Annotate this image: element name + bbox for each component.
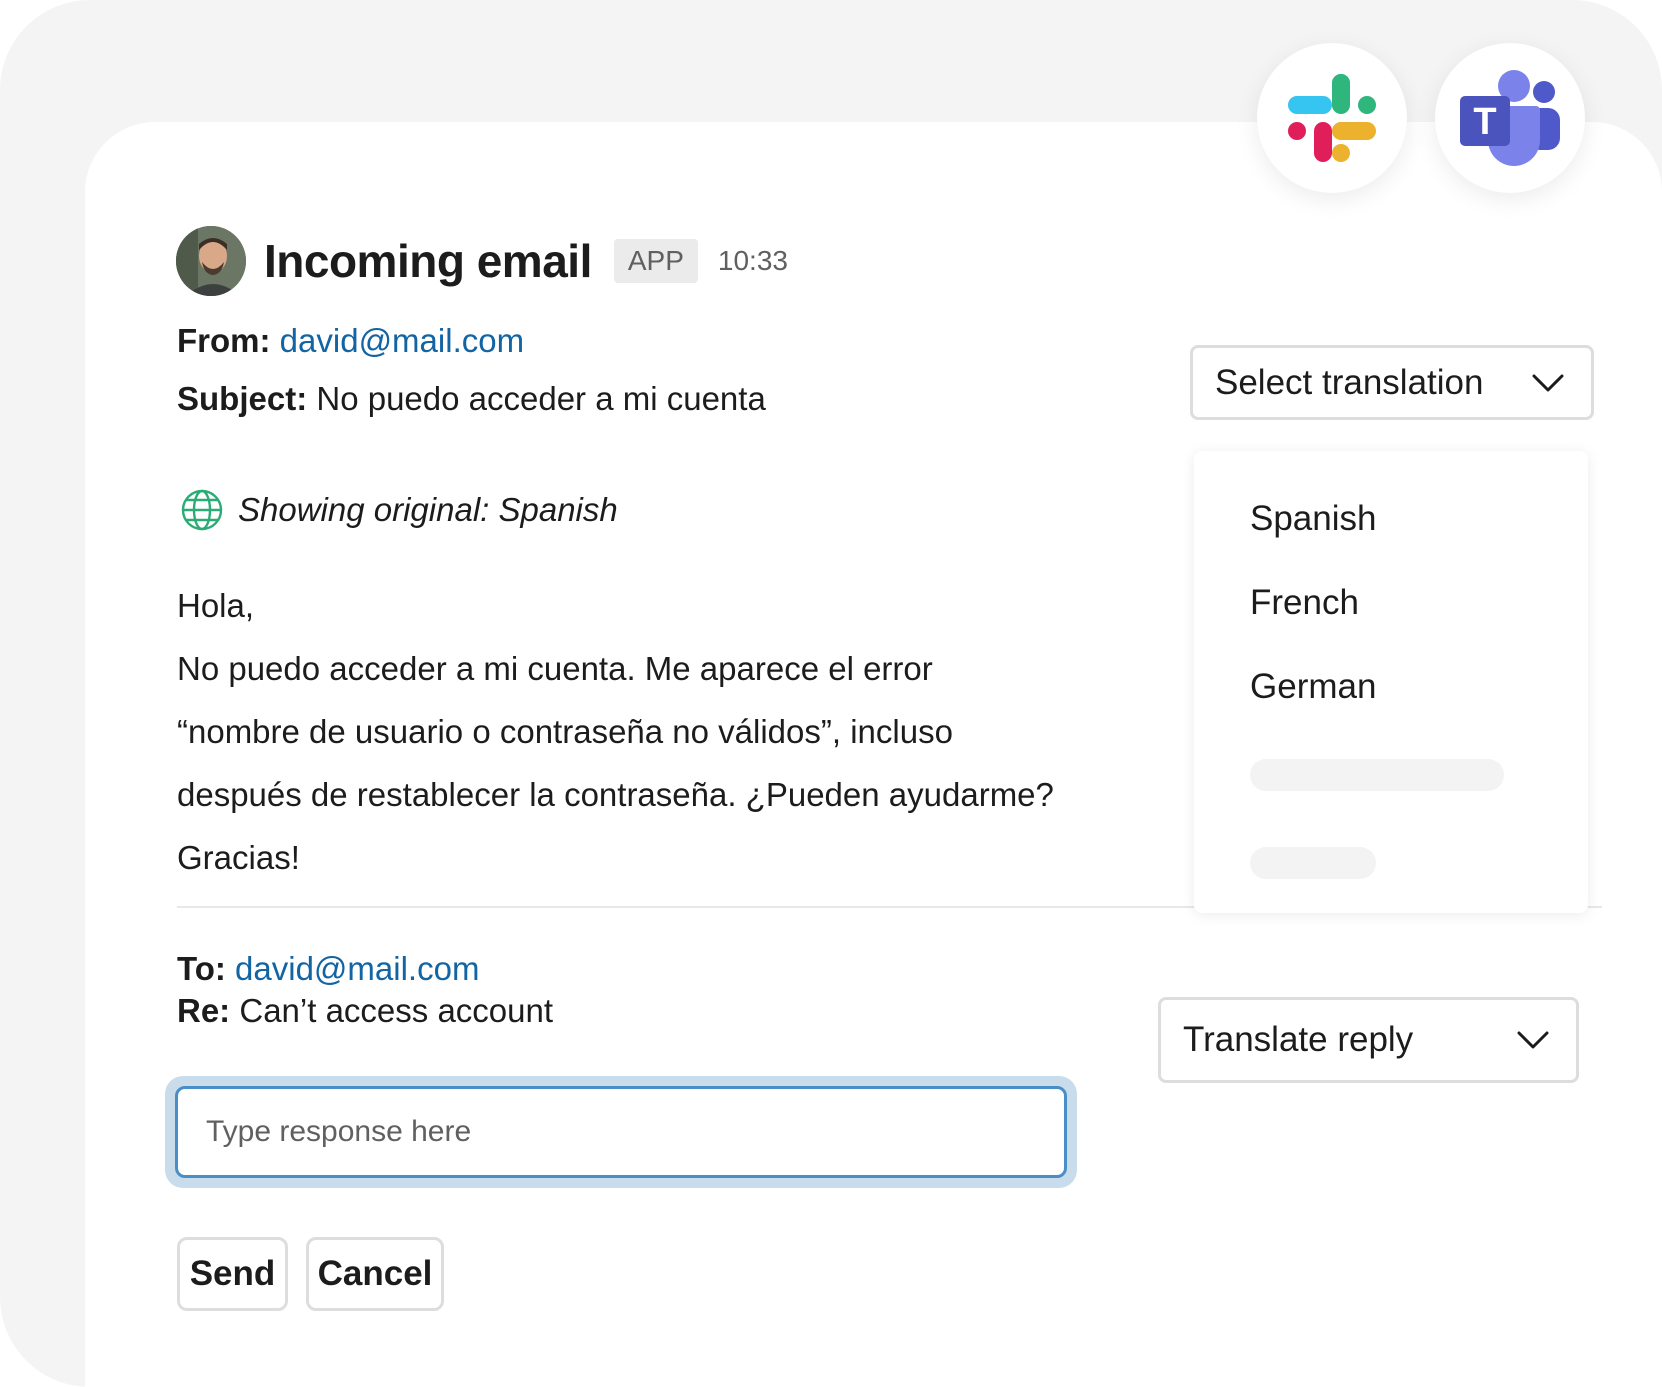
- slack-logo-icon: [1288, 74, 1376, 162]
- chevron-down-icon: [1532, 374, 1564, 391]
- email-body-line: Gracias!: [177, 839, 300, 876]
- translate-reply-dropdown[interactable]: Translate reply: [1158, 997, 1579, 1083]
- to-email-link[interactable]: david@mail.com: [235, 950, 479, 987]
- menu-item-french[interactable]: French: [1250, 583, 1359, 623]
- original-language-text: Showing original: Spanish: [238, 491, 618, 528]
- send-button[interactable]: Send: [177, 1237, 288, 1311]
- select-translation-dropdown[interactable]: Select translation: [1190, 345, 1594, 420]
- subject-label: Subject:: [177, 380, 308, 417]
- timestamp[interactable]: 10:33: [718, 245, 788, 277]
- email-body-line: Hola,: [177, 587, 255, 624]
- teams-app-badge[interactable]: T: [1435, 43, 1585, 193]
- original-language-notice: Showing original: Spanish: [180, 488, 618, 532]
- email-body-line: después de restablecer la contraseña. ¿P…: [177, 776, 1054, 813]
- menu-item-placeholder: [1250, 759, 1504, 791]
- globe-icon: [181, 489, 223, 531]
- subject-line: Subject: No puedo acceder a mi cuenta: [177, 380, 766, 418]
- from-label: From:: [177, 322, 271, 359]
- response-input[interactable]: [175, 1086, 1067, 1178]
- from-line: From: david@mail.com: [177, 322, 524, 360]
- translation-options-menu: Spanish French German: [1194, 451, 1588, 913]
- re-label: Re:: [177, 992, 231, 1029]
- page-title: Incoming email: [264, 235, 592, 287]
- avatar[interactable]: [176, 226, 246, 296]
- subject-value: No puedo acceder a mi cuenta: [316, 380, 766, 417]
- menu-item-german[interactable]: German: [1250, 667, 1376, 707]
- teams-letter: T: [1473, 101, 1496, 143]
- to-label: To:: [177, 950, 226, 987]
- slack-app-badge[interactable]: [1257, 43, 1407, 193]
- teams-logo-icon: T: [1460, 70, 1560, 166]
- translate-reply-label: Translate reply: [1183, 1020, 1414, 1059]
- response-input-focus-ring: [165, 1076, 1077, 1188]
- re-value: Can’t access account: [239, 992, 554, 1029]
- email-body-line: No puedo acceder a mi cuenta. Me aparece…: [177, 650, 933, 687]
- re-line: Re: Can’t access account: [177, 992, 553, 1030]
- email-body: Hola, No puedo acceder a mi cuenta. Me a…: [177, 574, 1117, 889]
- select-translation-label: Select translation: [1215, 362, 1484, 402]
- from-email-link[interactable]: david@mail.com: [280, 322, 524, 359]
- message-header: Incoming email APP 10:33: [176, 226, 788, 296]
- email-body-line: “nombre de usuario o contraseña no válid…: [177, 713, 953, 750]
- menu-item-spanish[interactable]: Spanish: [1250, 499, 1376, 539]
- app-badge: APP: [613, 239, 698, 283]
- cancel-button[interactable]: Cancel: [306, 1237, 444, 1311]
- avatar-image: [176, 226, 246, 296]
- to-line: To: david@mail.com: [177, 950, 479, 988]
- chevron-down-icon: [1517, 1031, 1549, 1049]
- menu-item-placeholder: [1250, 847, 1376, 879]
